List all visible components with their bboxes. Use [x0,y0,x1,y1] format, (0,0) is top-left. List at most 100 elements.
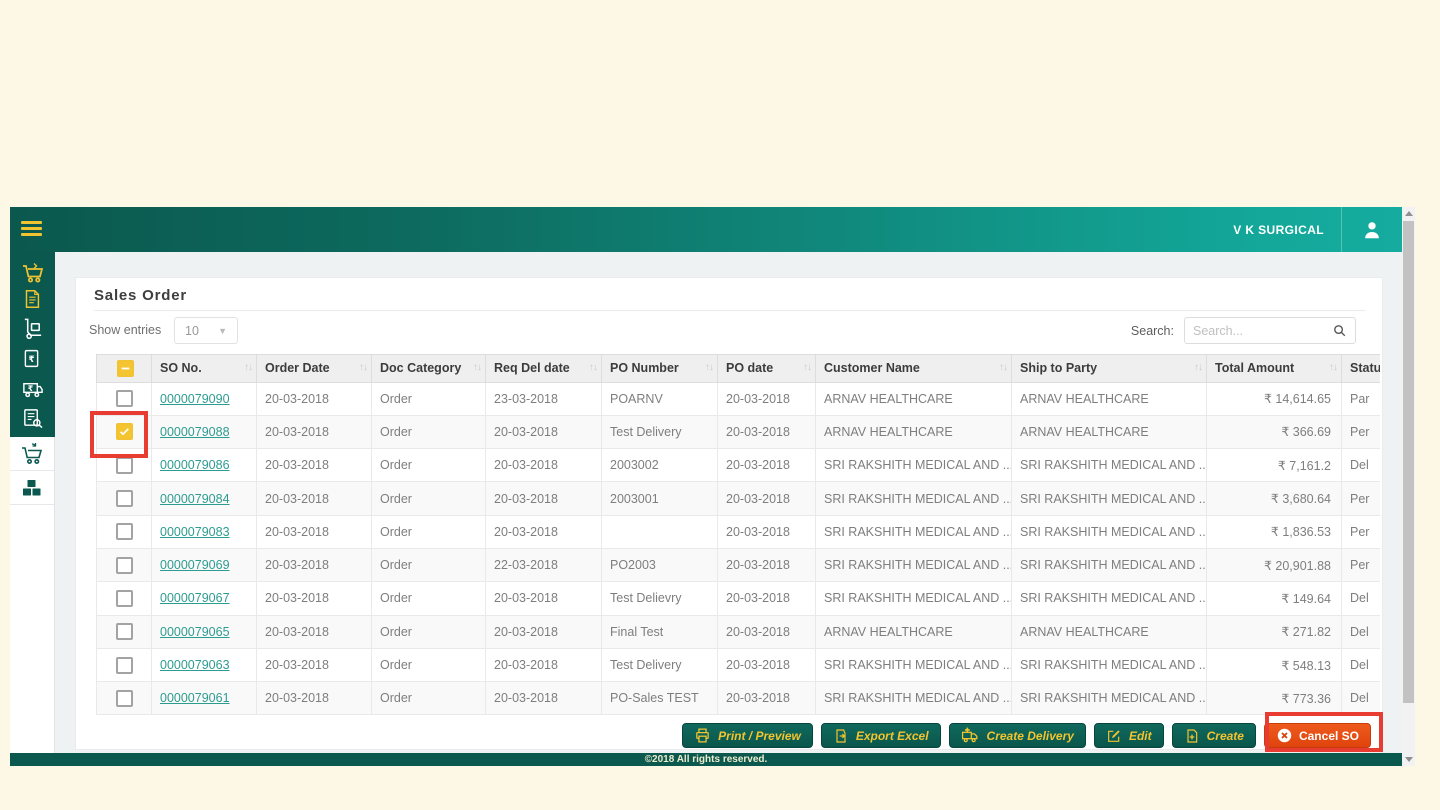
row-checkbox[interactable] [115,556,133,574]
po-date-cell: 20-03-2018 [717,681,816,716]
search-input[interactable]: Search... [1184,317,1356,344]
delivery-truck-icon [961,727,978,743]
hamburger-menu-icon[interactable] [21,221,42,239]
svg-text:₹: ₹ [28,384,33,393]
total-amount-cell: ₹ 149.64 [1206,581,1342,616]
so-number-link[interactable]: 0000079083 [160,525,230,539]
sidebar-item-order-search[interactable] [21,407,45,431]
entries-value: 10 [185,323,199,338]
so-number-cell: 0000079063 [151,647,257,683]
doc-category-cell: Order [371,547,486,583]
user-profile-icon[interactable] [1361,219,1383,241]
column-header-doc_category[interactable]: Doc Category ↑↓ [371,354,486,383]
row-checkbox[interactable] [115,689,133,707]
req-del-date-cell: 20-03-2018 [485,614,602,649]
column-header-so_no[interactable]: SO No. ↑↓ [151,354,257,383]
row-checkbox[interactable] [115,456,133,474]
app-footer: ©2018 All rights reserved. [10,753,1402,766]
column-header-po_date[interactable]: PO date ↑↓ [717,354,816,383]
total-amount-cell: ₹ 14,614.65 [1206,381,1342,416]
column-header-po_number[interactable]: PO Number ↑↓ [601,354,718,383]
table-row: 0000079063 20-03-2018 Order 20-03-2018 Test … [96,647,1380,683]
doc-category-cell: Order [371,514,486,549]
column-header-total_amount[interactable]: Total Amount ↑↓ [1206,354,1342,383]
total-amount-cell: ₹ 548.13 [1206,647,1342,683]
so-number-link[interactable]: 0000079069 [160,558,230,572]
status-cell: Del [1341,448,1380,483]
total-amount-cell: ₹ 3,680.64 [1206,481,1342,516]
doc-category-cell: Order [371,414,486,450]
sidebar-item-cart-return[interactable] [10,437,54,471]
sort-icon[interactable]: ↑↓ [705,362,714,373]
scroll-up-arrow[interactable] [1402,207,1415,220]
total-amount-cell: ₹ 7,161.2 [1206,448,1342,483]
row-checkbox[interactable] [115,523,133,541]
status-cell: Del [1341,614,1380,649]
row-checkbox[interactable] [115,656,133,674]
table-row: 0000079061 20-03-2018 Order 20-03-2018 PO-Sa… [96,681,1380,716]
create-button[interactable]: Create [1171,723,1256,748]
po-date-cell: 20-03-2018 [717,614,816,649]
status-cell: Per [1341,514,1380,549]
status-cell: Per [1341,481,1380,516]
sidebar-item-inventory-boxes[interactable] [10,471,54,505]
so-number-link[interactable]: 0000079088 [160,425,230,439]
row-checkbox[interactable] [115,589,133,607]
search-icon [1334,325,1346,337]
entries-select[interactable]: 10 ▼ [174,317,238,344]
sort-icon[interactable]: ↑↓ [1194,362,1203,373]
doc-category-cell: Order [371,647,486,683]
column-header-order_date[interactable]: Order Date ↑↓ [256,354,372,383]
column-header-checkbox [96,354,152,383]
sidebar-item-rupee-truck[interactable]: ₹ [21,377,45,401]
sales-order-card: Sales Order Show entries 10 ▼ Search: Se… [75,277,1383,750]
sort-icon[interactable]: ↑↓ [803,362,812,373]
so-number-link[interactable]: 0000079084 [160,492,230,506]
sort-icon[interactable]: ↑↓ [473,362,482,373]
scroll-down-arrow[interactable] [1402,753,1415,766]
vertical-scrollbar[interactable] [1402,207,1415,766]
row-checkbox[interactable] [115,390,133,408]
so-number-link[interactable]: 0000079086 [160,458,230,472]
sort-icon[interactable]: ↑↓ [1329,362,1338,373]
so-number-link[interactable]: 0000079067 [160,591,230,605]
table-row: 0000079069 20-03-2018 Order 22-03-2018 PO200… [96,547,1380,583]
sidebar-item-invoice[interactable] [21,288,45,312]
row-checkbox[interactable] [115,490,133,508]
sidebar-item-delivery-dolly[interactable] [21,317,45,341]
sidebar-item-rupee-document[interactable]: ₹ [21,348,45,372]
sort-icon[interactable]: ↑↓ [244,362,253,373]
create-delivery-button[interactable]: Create Delivery [948,723,1086,748]
scrollbar-thumb[interactable] [1403,221,1414,703]
edit-icon [1108,729,1120,742]
print-preview-button[interactable]: Print / Preview [682,723,813,748]
po-number-cell: Final Test [601,614,718,649]
sort-icon[interactable]: ↑↓ [589,362,598,373]
sidebar-item-sales-cart[interactable] [21,261,45,285]
button-label: Edit [1128,728,1152,743]
column-header-status[interactable]: Status↑↓ [1341,354,1380,383]
so-number-link[interactable]: 0000079061 [160,691,230,705]
total-amount-cell: ₹ 271.82 [1206,614,1342,649]
so-number-link[interactable]: 0000079090 [160,392,230,406]
column-header-customer_name[interactable]: Customer Name ↑↓ [815,354,1012,383]
row-checkbox-cell [96,647,152,683]
so-number-link[interactable]: 0000079065 [160,625,230,639]
total-amount-cell: ₹ 773.36 [1206,681,1342,716]
ship-to-party-cell: SRI RAKSHITH MEDICAL AND ... [1011,481,1207,516]
status-cell: Per [1341,414,1380,450]
req-del-date-cell: 20-03-2018 [485,481,602,516]
sort-icon[interactable]: ↑↓ [999,362,1008,373]
export-excel-button[interactable]: Export Excel [820,723,941,748]
row-checkbox[interactable] [115,623,133,641]
table-row: 0000079067 20-03-2018 Order 20-03-2018 Test … [96,581,1380,616]
sort-icon[interactable]: ↑↓ [359,362,368,373]
ship-to-party-cell: SRI RAKSHITH MEDICAL AND ... [1011,581,1207,616]
select-all-checkbox[interactable] [116,359,134,377]
create-icon [1187,728,1197,743]
column-header-req_del_date[interactable]: Req Del date ↑↓ [485,354,602,383]
edit-button[interactable]: Edit [1093,723,1164,748]
so-number-link[interactable]: 0000079063 [160,658,230,672]
doc-category-cell: Order [371,481,486,516]
column-header-ship_to_party[interactable]: Ship to Party ↑↓ [1011,354,1207,383]
